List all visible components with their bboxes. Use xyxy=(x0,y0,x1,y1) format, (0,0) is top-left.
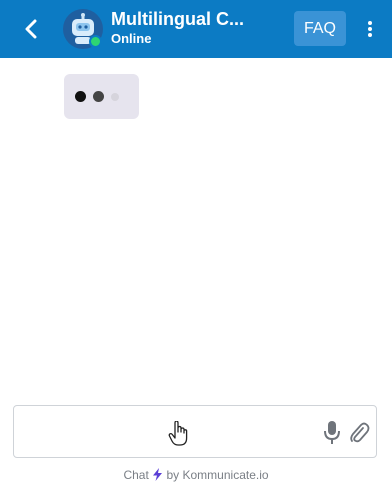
typing-indicator xyxy=(64,74,139,119)
message-list[interactable] xyxy=(0,58,392,398)
back-button[interactable] xyxy=(18,16,44,42)
chevron-left-icon xyxy=(25,19,37,39)
chat-title: Multilingual C... xyxy=(111,9,244,29)
chat-header: Multilingual C... Online FAQ xyxy=(0,0,392,58)
typing-dot xyxy=(93,91,104,102)
footer-suffix: by Kommunicate.io xyxy=(166,468,269,482)
paperclip-icon xyxy=(350,422,370,443)
faq-button[interactable]: FAQ xyxy=(294,11,346,46)
vertical-dots-icon xyxy=(368,21,372,37)
microphone-button[interactable] xyxy=(322,420,342,446)
hand-cursor-icon xyxy=(168,421,188,446)
message-composer xyxy=(13,405,377,458)
microphone-icon xyxy=(324,421,340,444)
attach-button[interactable] xyxy=(348,421,370,445)
powered-by-footer[interactable]: Chat by Kommunicate.io xyxy=(0,468,392,482)
more-options-button[interactable] xyxy=(360,16,380,42)
footer-prefix: Chat xyxy=(123,468,149,482)
lightning-bolt-icon xyxy=(153,468,163,481)
typing-dot xyxy=(75,91,86,102)
online-indicator xyxy=(89,35,102,48)
typing-dot xyxy=(111,92,119,101)
online-status: Online xyxy=(111,31,152,46)
